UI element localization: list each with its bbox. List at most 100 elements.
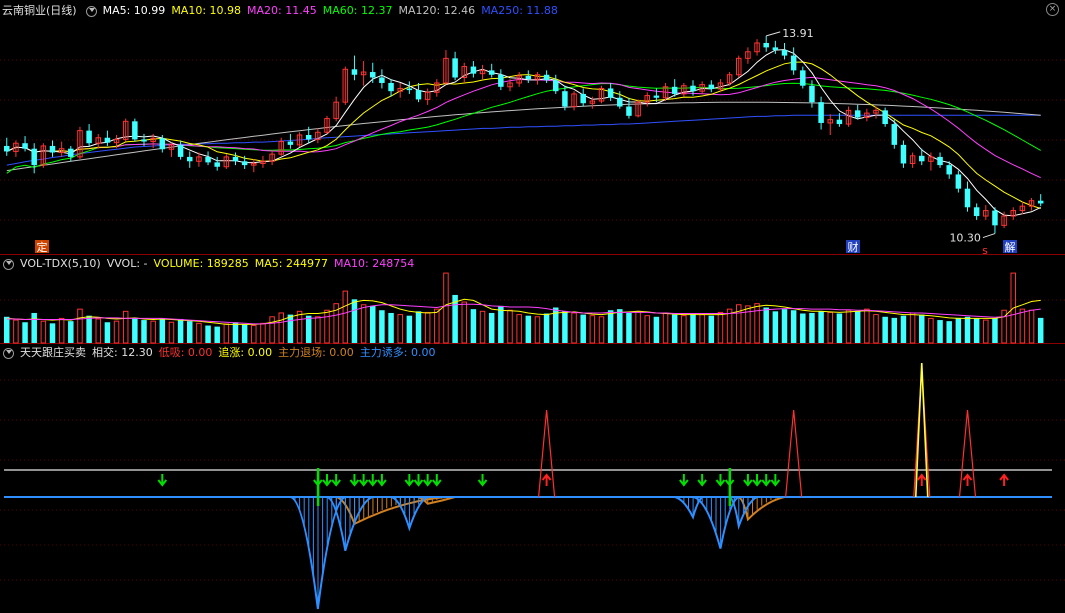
volume-bar xyxy=(845,309,852,344)
candle-body xyxy=(882,110,888,125)
volume-bar xyxy=(443,272,449,344)
candle-body xyxy=(964,188,971,208)
volume-bar xyxy=(580,314,586,343)
volume-bar xyxy=(809,312,815,343)
volume-bar xyxy=(891,317,898,343)
volume-bar xyxy=(22,322,28,343)
volume-bar xyxy=(626,312,632,343)
volume-bar xyxy=(946,321,952,343)
candle-body xyxy=(763,43,769,48)
indicator-dropdown-icon[interactable] xyxy=(85,5,97,17)
candle-body xyxy=(772,47,779,51)
volume-bar xyxy=(681,315,687,344)
volume-bar xyxy=(964,316,971,343)
candle-body xyxy=(305,135,312,140)
candle-body xyxy=(86,130,92,144)
low-pointer xyxy=(982,233,996,239)
candle-body xyxy=(351,69,358,75)
candle-body xyxy=(690,85,696,92)
candle-body xyxy=(379,77,385,83)
candle-body xyxy=(946,165,952,175)
candle-body xyxy=(406,88,413,91)
high-pointer xyxy=(766,31,781,37)
volume-bar xyxy=(232,322,239,343)
volume-bar xyxy=(141,320,147,343)
sell-arrow xyxy=(770,474,781,487)
volume-bar xyxy=(379,310,385,343)
candle-body xyxy=(49,145,56,153)
candle-body xyxy=(781,50,788,56)
indicator-legend: 天天跟庄买卖 相交: 12.30 低吸: 0.00 追涨: 0.00 主力退场:… xyxy=(0,345,442,361)
volume-bar xyxy=(406,315,413,343)
volume-bar xyxy=(31,312,37,343)
volume-bar xyxy=(415,311,422,343)
volume-bar xyxy=(763,307,769,343)
volume-bar xyxy=(1037,317,1044,343)
volume-ma5-label: MA5: 244977 xyxy=(254,257,328,270)
buy-arrow xyxy=(916,473,927,486)
candle-body xyxy=(187,156,193,162)
volume-bar xyxy=(342,290,349,344)
candle-body xyxy=(607,88,614,98)
volume-bar xyxy=(983,319,989,344)
volume-bar xyxy=(818,311,824,343)
volume-bar xyxy=(671,314,678,343)
volume-bar xyxy=(269,316,275,344)
volume-bar xyxy=(196,322,202,344)
candle-body xyxy=(104,137,111,143)
stock-title: 云南铜业(日线) xyxy=(2,4,77,17)
sell-arrow xyxy=(349,474,360,487)
ma60-label: MA60: 12.37 xyxy=(322,4,393,17)
marker-s: s xyxy=(982,244,988,257)
candle-body xyxy=(415,90,422,100)
candle-body xyxy=(214,162,220,167)
green-signal-bar xyxy=(728,468,732,506)
volume-bar xyxy=(992,318,998,343)
sell-arrow xyxy=(432,474,442,487)
volume-bar xyxy=(598,316,605,344)
volume-bar xyxy=(388,312,394,343)
volume-bar xyxy=(251,325,257,344)
candle-body xyxy=(177,144,184,157)
volume-bar xyxy=(241,324,248,343)
indicator-panel-dropdown-icon[interactable] xyxy=(3,347,14,359)
sell-arrow xyxy=(477,474,488,487)
candle-body xyxy=(836,119,843,125)
stock-chart: 13.91 10.30 定 财 s 解 xyxy=(0,27,1065,610)
youduo-label: 主力诱多: 0.00 xyxy=(359,346,436,359)
volume-bar xyxy=(607,310,614,343)
volume-bar xyxy=(461,301,467,344)
volume-bar xyxy=(617,309,623,343)
volume-bar xyxy=(260,322,266,344)
buy-arrow xyxy=(962,473,973,486)
volume-bar xyxy=(699,314,705,344)
volume-bar xyxy=(177,318,184,343)
candle-body xyxy=(790,55,797,71)
volume-bar xyxy=(955,317,962,343)
volume-bar xyxy=(772,311,779,343)
candle-body xyxy=(562,91,568,107)
high-price-label: 13.91 xyxy=(782,27,814,40)
ma10-label: MA10: 10.98 xyxy=(171,4,242,17)
volume-bar xyxy=(562,311,568,343)
sell-arrow xyxy=(367,474,378,487)
xiangjiao-label: 相交: 12.30 xyxy=(92,346,153,359)
candle-body xyxy=(4,145,10,152)
ma20-line xyxy=(6,76,1041,179)
ma20-label: MA20: 11.45 xyxy=(247,4,317,17)
buy-arrow xyxy=(999,473,1009,486)
volume-bar xyxy=(690,313,696,343)
candle-body xyxy=(626,106,632,116)
close-icon[interactable]: × xyxy=(1046,3,1059,16)
candle-body xyxy=(543,74,550,81)
candle-body xyxy=(68,148,74,157)
volume-dropdown-icon[interactable] xyxy=(3,258,14,270)
candle-body xyxy=(973,207,980,217)
sell-arrow xyxy=(157,474,168,487)
volume-bar xyxy=(873,314,879,344)
volume-bar xyxy=(324,309,330,344)
volume-bar xyxy=(424,311,431,344)
volume-bar xyxy=(1019,308,1026,344)
volume-bar xyxy=(58,317,65,344)
ma60-line xyxy=(6,82,1041,174)
